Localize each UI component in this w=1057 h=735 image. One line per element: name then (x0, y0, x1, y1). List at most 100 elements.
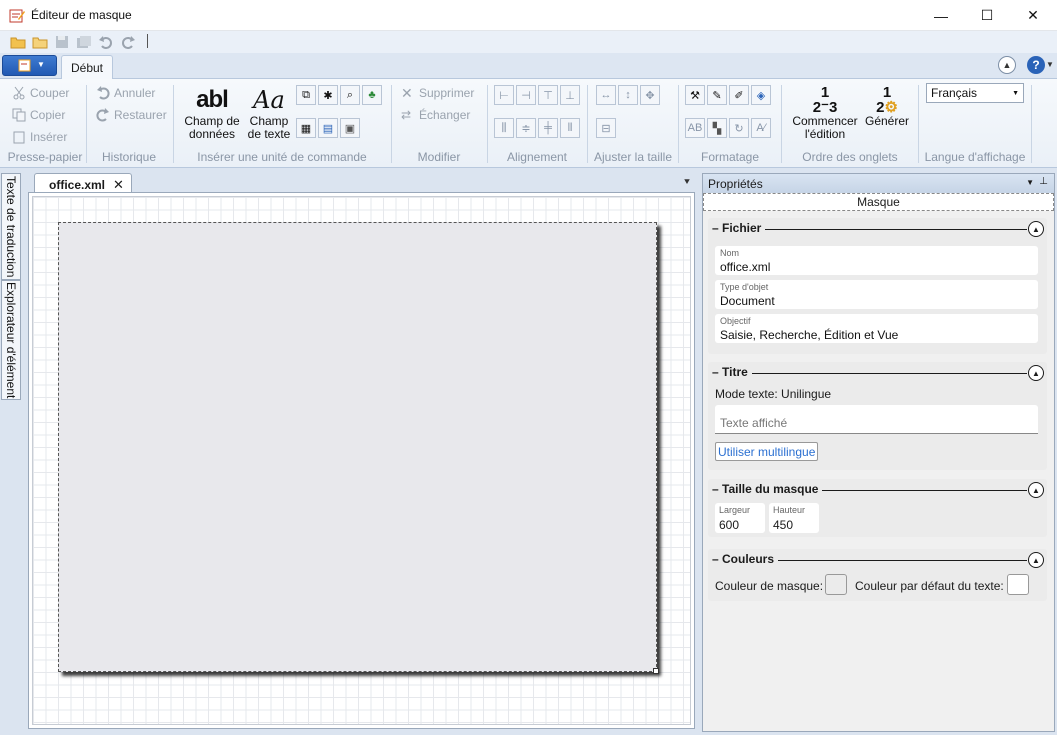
format-color-icon[interactable]: ✐ (729, 85, 749, 105)
name-label: Nom (720, 248, 740, 258)
delete-button[interactable]: ✕ Supprimer (401, 83, 474, 103)
start-edit-label-2: l'édition (804, 127, 846, 141)
section-header: – Taille du masque ▲ (708, 479, 1047, 499)
save-all-icon[interactable] (76, 35, 92, 49)
ribbon: Couper Copier Insérer Presse-papier Annu… (0, 79, 1057, 168)
new-folder-icon[interactable] (32, 35, 48, 49)
delete-icon: ✕ (401, 85, 413, 101)
text-color-icon[interactable]: A⁄ (751, 118, 771, 138)
collapse-section-icon[interactable]: ▲ (1028, 221, 1044, 237)
text-color-label: Couleur par défaut du texte: (855, 579, 1004, 593)
redo-icon (96, 108, 109, 122)
distribute-horizontal-icon[interactable]: ⫼ (494, 118, 514, 138)
undo-label: Annuler (114, 86, 156, 100)
collapse-section-icon[interactable]: ▲ (1028, 552, 1044, 568)
undo-icon[interactable] (98, 35, 114, 49)
align-bottom-icon[interactable]: ⊥ (560, 85, 580, 105)
ribbon-tab-row: ▼ Début ▲ ? ▼ (0, 53, 1057, 80)
close-tab-icon[interactable]: ✕ (113, 177, 124, 193)
delete-label: Supprimer (419, 86, 475, 100)
help-icon[interactable]: ? (1027, 56, 1045, 74)
group-label-alignment: Alignement (506, 150, 568, 164)
minimize-button[interactable]: — (918, 0, 964, 31)
format-brush-icon[interactable]: ⚒ (685, 85, 705, 105)
center-vertical-icon[interactable]: ≑ (516, 118, 536, 138)
language-select[interactable]: Français ▼ (926, 83, 1024, 103)
data-field-button[interactable]: abl Champ de données (180, 85, 244, 141)
search-document-icon[interactable]: ⌕ (340, 85, 360, 105)
plugin-icon[interactable]: ✱ (318, 85, 338, 105)
format-font-icon[interactable]: ✎ (707, 85, 727, 105)
panel-menu-icon[interactable]: ▼ (1026, 178, 1034, 187)
generate-button[interactable]: 1 2⚙ Générer (863, 85, 911, 128)
tab-translation-text[interactable]: Texte de traduction (1, 173, 21, 280)
undo-button[interactable]: Annuler (96, 83, 155, 103)
design-grid (32, 196, 691, 725)
app-menu-icon (18, 59, 31, 72)
center-horizontal-icon[interactable]: ╪ (538, 118, 558, 138)
group-separator (391, 85, 392, 163)
redo-button[interactable]: Restaurer (96, 105, 167, 125)
pattern-icon[interactable]: ▚ (707, 118, 727, 138)
tab-element-explorer[interactable]: Explorateur d'élément (1, 280, 21, 400)
name-field[interactable]: Nom office.xml (715, 246, 1038, 275)
calendar-icon[interactable]: ▦ (296, 118, 316, 138)
collapse-ribbon-icon[interactable]: ▲ (998, 56, 1016, 74)
cut-button[interactable]: Couper (12, 83, 69, 103)
width-field[interactable]: Largeur 600 (715, 503, 765, 533)
save-icon[interactable] (54, 35, 70, 49)
table-icon[interactable]: ▤ (318, 118, 338, 138)
language-select-value: Français (931, 86, 978, 100)
same-size-icon[interactable]: ✥ (640, 85, 660, 105)
maximize-button[interactable]: ☐ (964, 0, 1010, 31)
format-fill-icon[interactable]: ◈ (751, 85, 771, 105)
height-field[interactable]: Hauteur 450 (769, 503, 819, 533)
image-control-icon[interactable]: ⧉ (296, 85, 316, 105)
text-field-button[interactable]: Aa Champ de texte (244, 85, 294, 141)
properties-panel: Propriétés ▼ ⊥ Masque – Fichier ▲ Nom of… (702, 173, 1055, 732)
text-style-icon[interactable]: AB (685, 118, 705, 138)
copy-button[interactable]: Copier (12, 105, 65, 125)
start-edit-button[interactable]: ⁡1 2⁻3 Commencer l'édition (787, 85, 863, 141)
refresh-icon[interactable]: ↻ (729, 118, 749, 138)
distribute-vertical-icon[interactable]: ⫴ (560, 118, 580, 138)
application-menu-button[interactable]: ▼ (2, 55, 57, 76)
tab-debut[interactable]: Début (61, 55, 113, 80)
resize-handle[interactable] (653, 668, 659, 674)
group-separator (587, 85, 588, 163)
align-top-icon[interactable]: ⊤ (538, 85, 558, 105)
quick-access-toolbar (0, 31, 1057, 53)
fit-size-icon[interactable]: ⊟ (596, 118, 616, 138)
title-bar: Éditeur de masque — ☐ ✕ (0, 0, 1057, 31)
group-label-modify: Modifier (417, 150, 461, 164)
insert-button[interactable]: Insérer (12, 127, 67, 147)
selected-object: Masque (703, 193, 1054, 211)
window-icon[interactable]: ▣ (340, 118, 360, 138)
group-label-clipboard: Presse-papier (7, 150, 83, 164)
same-width-icon[interactable]: ↔ (596, 85, 616, 105)
same-height-icon[interactable]: ↕ (618, 85, 638, 105)
use-multilingual-button[interactable]: Utiliser multilingue (715, 442, 819, 461)
document-list-icon[interactable]: ⯆ (683, 177, 691, 188)
purpose-field[interactable]: Objectif Saisie, Recherche, Édition et V… (715, 314, 1038, 343)
height-value: 450 (773, 518, 794, 532)
cut-label: Couper (30, 86, 70, 100)
pin-icon[interactable]: ⊥ (1039, 176, 1048, 187)
mask-canvas[interactable] (58, 222, 659, 674)
align-left-icon[interactable]: ⊢ (494, 85, 514, 105)
open-folder-icon[interactable] (10, 35, 26, 49)
text-field-label-2: de texte (247, 127, 291, 141)
mask-color-swatch[interactable] (825, 574, 847, 595)
align-right-icon[interactable]: ⊣ (516, 85, 536, 105)
redo-icon[interactable] (120, 35, 136, 49)
collapse-section-icon[interactable]: ▲ (1028, 482, 1044, 498)
help-dropdown-icon[interactable]: ▼ (1046, 60, 1054, 69)
swap-button[interactable]: ⇄ Échanger (401, 105, 470, 125)
object-type-field[interactable]: Type d'objet Document (715, 280, 1038, 309)
close-button[interactable]: ✕ (1010, 0, 1056, 31)
collapse-section-icon[interactable]: ▲ (1028, 365, 1044, 381)
cactus-icon[interactable]: ♣ (362, 85, 382, 105)
text-color-swatch[interactable] (1007, 574, 1029, 595)
display-text-input[interactable]: Texte affiché (715, 405, 1038, 434)
copy-label: Copier (30, 108, 66, 122)
